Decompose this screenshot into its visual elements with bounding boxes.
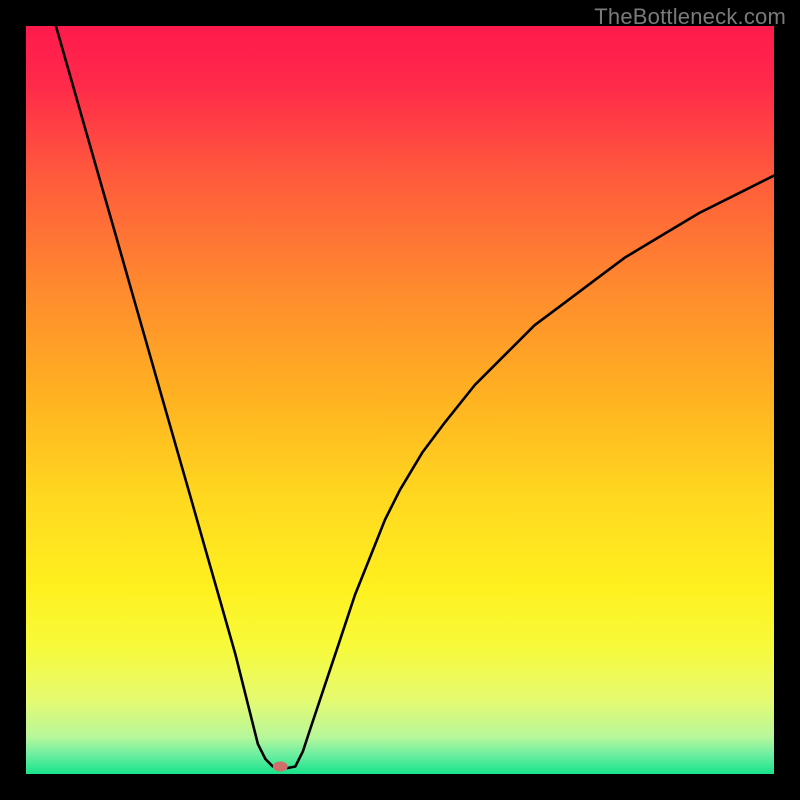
watermark-text: TheBottleneck.com: [594, 4, 786, 30]
plot-area: [26, 26, 774, 774]
chart-frame: TheBottleneck.com: [0, 0, 800, 800]
gradient-background: [26, 26, 774, 774]
chart-svg: [26, 26, 774, 774]
optimal-point-marker: [273, 762, 288, 772]
